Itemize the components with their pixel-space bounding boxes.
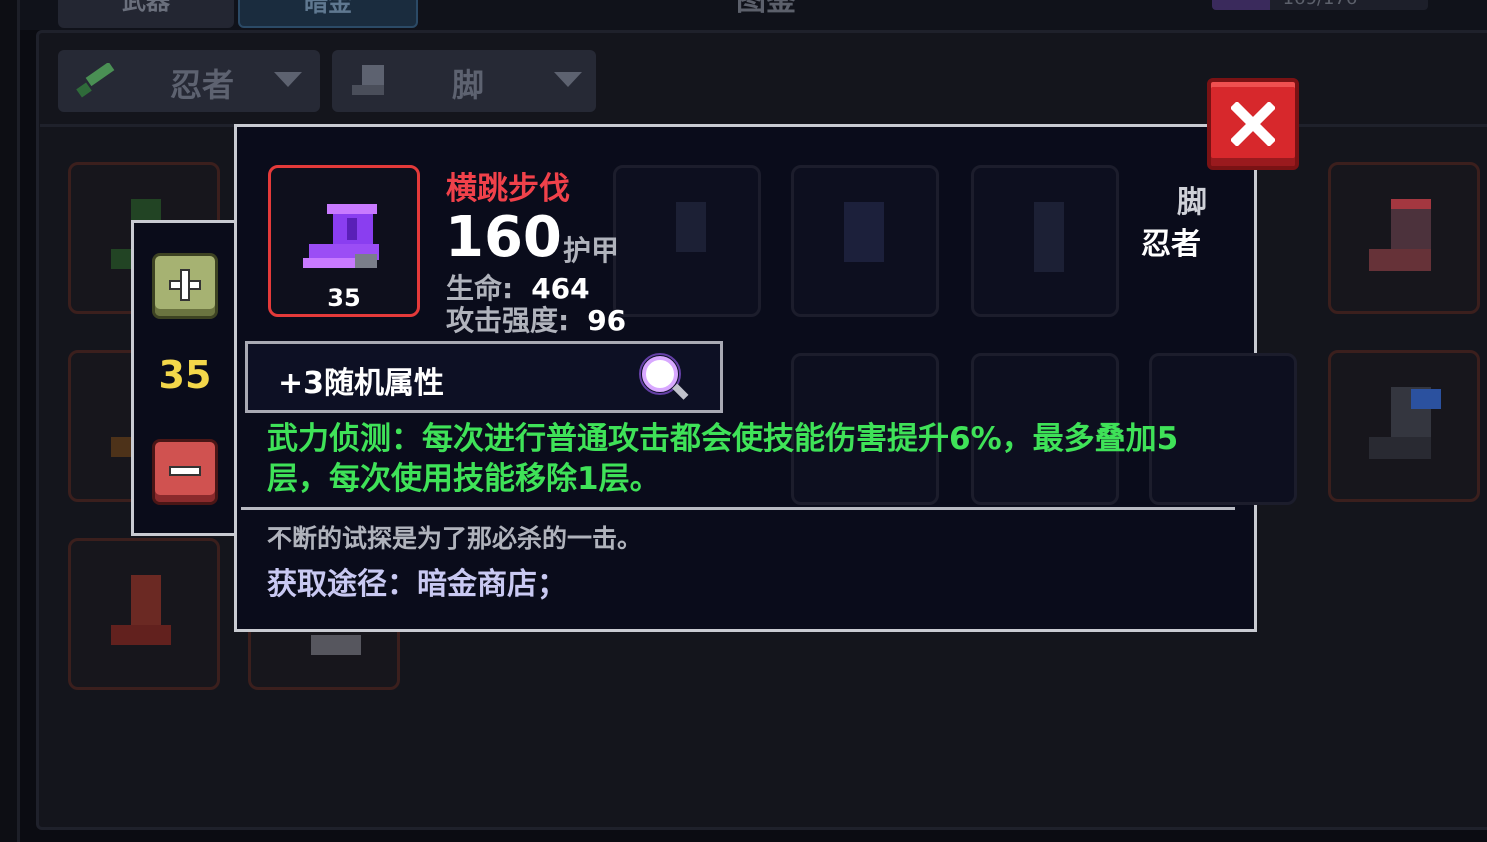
item-class: 忍者 [1141, 227, 1201, 262]
ghost-slot [613, 165, 761, 317]
collection-counter: 169/176 [1212, 0, 1428, 10]
boot-icon [844, 202, 884, 262]
close-icon [1231, 102, 1275, 146]
sword-icon [76, 63, 115, 98]
class-filter-dropdown[interactable]: 忍者 [58, 50, 320, 112]
item-slot-type: 脚 [1177, 185, 1207, 220]
item-slot[interactable] [68, 538, 220, 690]
boot-icon [303, 204, 379, 268]
level-increase-button[interactable] [152, 253, 218, 319]
left-edge [0, 0, 20, 842]
tab-dark-gold[interactable]: 暗金 [238, 0, 418, 28]
level-control-panel: 35 [131, 220, 239, 536]
item-icon-frame: 35 [268, 165, 420, 317]
level-value: 35 [158, 353, 212, 397]
armor-label: 护甲 [563, 234, 620, 267]
magnifier-icon [639, 353, 689, 400]
chevron-down-icon [554, 72, 582, 87]
boot-icon [352, 65, 384, 95]
level-decrease-button[interactable] [152, 439, 218, 505]
slot-filter-label: 脚 [452, 66, 485, 104]
boot-icon [676, 202, 706, 252]
item-slot[interactable] [1328, 162, 1480, 314]
collection-counter-text: 169/176 [1283, 0, 1358, 9]
boot-icon [111, 575, 171, 645]
stat-value: 96 [587, 304, 627, 337]
item-name: 横跳步伐 [446, 171, 570, 207]
tab-weapon[interactable]: 武器 [58, 0, 234, 28]
item-slot[interactable] [1328, 350, 1480, 502]
slot-filter-dropdown[interactable]: 脚 [332, 50, 596, 112]
boot-icon [1034, 202, 1064, 272]
item-level: 35 [327, 284, 361, 312]
chevron-down-icon [274, 72, 302, 87]
item-tooltip: 35 横跳步伐 160 护甲 生命: 464 攻击强度: 96 脚 忍者 +3随机属… [234, 124, 1297, 632]
armor-value: 160 [445, 205, 562, 270]
boot-icon [1369, 199, 1431, 271]
boot-icon [1369, 387, 1441, 459]
item-source: 获取途径：暗金商店； [267, 567, 567, 602]
class-filter-label: 忍者 [170, 66, 235, 104]
random-attributes-box[interactable]: +3随机属性 [245, 341, 723, 413]
flavor-text: 不断的试探是为了那必杀的一击。 [267, 524, 643, 553]
stat-attack-power: 攻击强度: 96 [446, 299, 626, 339]
close-button[interactable] [1207, 78, 1299, 170]
page-title: 图鉴 [736, 0, 796, 18]
stat-label: 攻击强度: [446, 304, 570, 337]
skill-description: 武力侦测：每次进行普通攻击都会使技能伤害提升6%，最多叠加5层，每次使用技能移除… [267, 421, 1179, 497]
tooltip-divider [241, 507, 1235, 510]
ghost-slot [971, 165, 1119, 317]
random-attributes-label: +3随机属性 [278, 366, 445, 401]
ghost-slot [791, 165, 939, 317]
